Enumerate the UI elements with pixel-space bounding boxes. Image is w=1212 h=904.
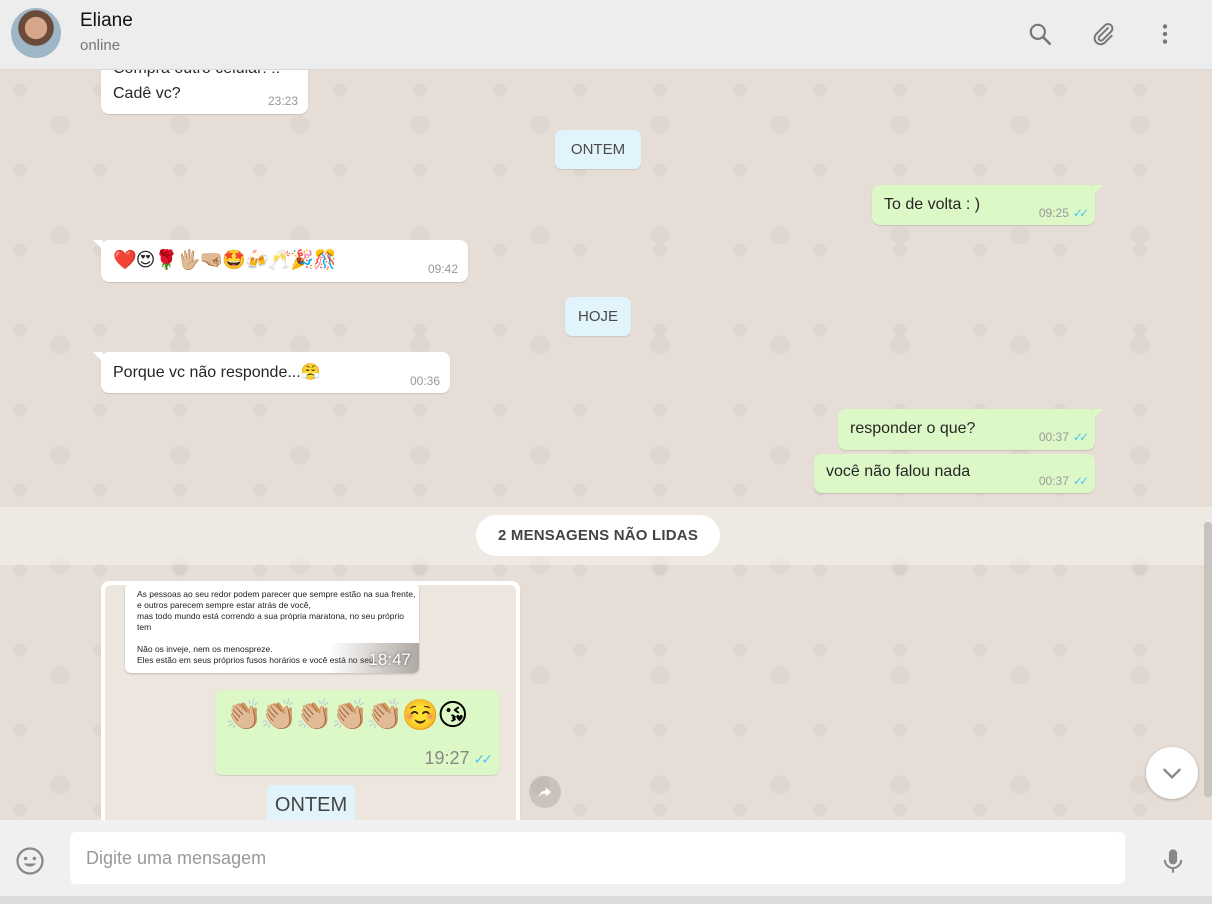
window-bottom-edge [0,896,1212,904]
message-text: Compra outro celular! !! [113,70,280,78]
chevron-down-icon [1163,768,1181,780]
embedded-emoji-message: 👏🏼👏🏼👏🏼👏🏼👏🏼☺️😘 19:27 ✓✓ [215,690,499,775]
composer-bar [0,820,1212,904]
message-time: 00:37 ✓✓ [1038,430,1089,444]
read-receipt-icon: ✓✓ [1072,474,1089,488]
message-text: responder o que? [850,420,976,437]
message-time: 00:36 [409,374,440,388]
quote-time: 18:47 [368,650,411,669]
message-bubble-incoming[interactable]: ❤️😍🌹🖐🏼🤜🏼🤩🍻🥂🎉🎊 09:42 [93,240,468,282]
read-receipt-icon: ✓✓ [1072,206,1089,220]
embedded-emoji-text: 👏🏼👏🏼👏🏼👏🏼👏🏼☺️😘 [225,699,468,732]
read-receipt-icon: ✓✓ [473,751,494,767]
message-time: 23:23 [267,94,298,108]
message-bubble-incoming[interactable]: Porque vc não responde...😤 00:36 [93,352,450,393]
message-text: Porque vc não responde...😤 [113,364,321,381]
image-message[interactable]: As pessoas ao seu redor podem parecer qu… [101,581,520,820]
search-icon[interactable] [1024,18,1056,50]
avatar[interactable] [11,8,61,58]
message-text: ❤️😍🌹🖐🏼🤜🏼🤩🍻🥂🎉🎊 [113,250,337,271]
message-time: 00:37 ✓✓ [1038,474,1089,488]
chat-header: Eliane online [0,0,1212,70]
message-bubble-incoming[interactable]: Compra outro celular! !! Cadê vc? 23:23 [101,70,308,114]
image-thumbnail[interactable]: As pessoas ao seu redor podem parecer qu… [105,585,516,820]
contact-name[interactable]: Eliane [80,10,133,32]
message-time: 09:42 [427,262,458,276]
more-vertical-icon[interactable] [1149,18,1181,50]
embedded-date-chip: ONTEM [267,785,355,820]
message-bubble-outgoing[interactable]: responder o que? 00:37 ✓✓ [838,409,1103,450]
date-chip: ONTEM [555,130,641,169]
message-text: To de volta : ) [884,196,981,213]
paperclip-icon[interactable] [1087,18,1119,50]
message-bubble-outgoing[interactable]: você não falou nada 00:37 ✓✓ [814,454,1095,493]
scroll-to-bottom-button[interactable] [1146,747,1198,799]
message-text: Cadê vc? [113,85,181,102]
chat-scrollbar[interactable] [1204,522,1212,797]
emoji-icon[interactable] [14,845,46,877]
forward-icon[interactable] [529,776,561,808]
quote-image: As pessoas ao seu redor podem parecer qu… [125,585,419,673]
microphone-icon[interactable] [1158,844,1188,878]
embedded-message-time: 19:27 ✓✓ [424,748,494,768]
contact-status: online [80,37,121,54]
unread-messages-divider: 2 MENSAGENS NÃO LIDAS [476,515,720,556]
message-time: 09:25 ✓✓ [1038,206,1089,220]
message-text: você não falou nada [826,463,971,480]
read-receipt-icon: ✓✓ [1072,430,1089,444]
date-chip: HOJE [565,297,631,336]
message-input[interactable] [70,832,1125,884]
message-bubble-outgoing[interactable]: To de volta : ) 09:25 ✓✓ [872,185,1103,225]
message-list[interactable]: Compra outro celular! !! Cadê vc? 23:23 … [0,70,1212,820]
